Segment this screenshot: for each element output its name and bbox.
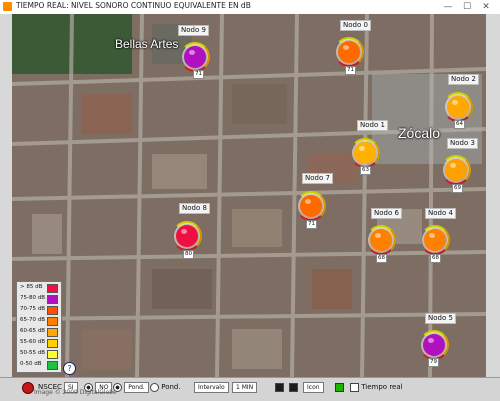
- icon-option[interactable]: Icon: [303, 381, 324, 393]
- legend-row: 0-50 dB: [17, 359, 61, 370]
- tiempo-real-label: Tiempo real: [361, 383, 403, 391]
- node-2-label: Nodo 2: [448, 74, 479, 85]
- bellas-artes-label: Bellas Artes: [115, 37, 179, 51]
- node-3-knob[interactable]: [445, 159, 467, 181]
- record-button[interactable]: [22, 382, 34, 394]
- node-4-label: Nodo 4: [425, 208, 456, 219]
- legend-label: 70-75 dB: [20, 306, 45, 312]
- node-4-value: 68: [430, 254, 441, 263]
- help-icon[interactable]: ?: [63, 362, 76, 375]
- legend-swatch: [47, 339, 58, 348]
- left-panel: [0, 14, 12, 377]
- node-9-knob[interactable]: [184, 46, 206, 68]
- legend-row: 60-65 dB: [17, 326, 61, 337]
- node-5-value: 79: [428, 358, 439, 367]
- node-1-label: Nodo 1: [357, 120, 388, 131]
- status-led: [335, 383, 344, 392]
- node-6-label: Nodo 6: [371, 208, 402, 219]
- option-a-checkbox[interactable]: [275, 382, 284, 392]
- node-1-value: 63: [360, 166, 371, 175]
- window-title: TIEMPO REAL: NIVEL SONORO CONTINUO EQUIV…: [16, 1, 251, 10]
- pond-option-1[interactable]: Pond.: [113, 381, 149, 393]
- city-blocks-image: [12, 14, 486, 377]
- pond-1-label: Pond.: [124, 382, 149, 393]
- node-8-knob[interactable]: [176, 225, 198, 247]
- node-5-label: Nodo 5: [425, 313, 456, 324]
- legend-label: 75-80 dB: [20, 295, 45, 301]
- db-color-legend: > 85 dB 75-80 dB 70-75 dB 65-70 dB 60-65…: [16, 281, 62, 373]
- legend-swatch: [47, 328, 58, 337]
- zocalo-label: Zócalo: [398, 125, 441, 141]
- interval-select[interactable]: 1 MIN: [232, 381, 258, 393]
- legend-label: 50-55 dB: [20, 350, 45, 356]
- intervalo-label: Intervalo: [194, 382, 229, 393]
- legend-row: > 85 dB: [17, 282, 61, 293]
- node-8-label: Nodo 8: [179, 203, 210, 214]
- pond-2-label: Pond.: [161, 383, 181, 391]
- node-9-label: Nodo 9: [178, 25, 209, 36]
- option-b-checkbox[interactable]: [289, 382, 298, 392]
- option-box-a[interactable]: [275, 381, 284, 393]
- legend-swatch: [47, 295, 58, 304]
- satellite-map[interactable]: [12, 14, 486, 377]
- close-button[interactable]: ✕: [478, 0, 494, 14]
- node-0-label: Nodo 0: [340, 20, 371, 31]
- legend-swatch: [47, 361, 58, 370]
- node-7-knob[interactable]: [300, 195, 322, 217]
- icon-label: Icon: [303, 382, 324, 393]
- pond-option-2[interactable]: Pond.: [150, 381, 181, 393]
- pond-2-radio[interactable]: [150, 382, 159, 392]
- right-panel: [486, 14, 500, 377]
- legend-row: 70-75 dB: [17, 304, 61, 315]
- legend-label: 55-60 dB: [20, 339, 45, 345]
- node-0-value: 71: [345, 66, 356, 75]
- node-2-value: 64: [454, 120, 465, 129]
- legend-row: 55-60 dB: [17, 337, 61, 348]
- legend-swatch: [47, 317, 58, 326]
- tiempo-real-checkbox[interactable]: [350, 382, 359, 392]
- legend-label: > 85 dB: [20, 284, 43, 290]
- node-4-knob[interactable]: [424, 229, 446, 251]
- node-8-value: 80: [183, 250, 194, 259]
- node-6-knob[interactable]: [370, 229, 392, 251]
- node-7-value: 71: [306, 220, 317, 229]
- legend-row: 50-55 dB: [17, 348, 61, 359]
- node-3-label: Nodo 3: [447, 138, 478, 149]
- node-9-value: 71: [193, 70, 204, 79]
- node-6-value: 68: [376, 254, 387, 263]
- legend-row: 75-80 dB: [17, 293, 61, 304]
- node-3-value: 69: [452, 184, 463, 193]
- option-box-b[interactable]: [289, 381, 298, 393]
- node-5-knob[interactable]: [423, 334, 445, 356]
- window-titlebar: TIEMPO REAL: NIVEL SONORO CONTINUO EQUIV…: [0, 0, 500, 15]
- tiempo-real-option[interactable]: Tiempo real: [350, 381, 403, 393]
- node-0-knob[interactable]: [338, 41, 360, 63]
- legend-label: 65-70 dB: [20, 317, 45, 323]
- app-icon: [3, 2, 12, 11]
- legend-label: 60-65 dB: [20, 328, 45, 334]
- interval-value: 1 MIN: [232, 382, 258, 393]
- legend-swatch: [47, 306, 58, 315]
- node-2-knob[interactable]: [447, 96, 469, 118]
- intervalo-button[interactable]: Intervalo: [194, 381, 229, 393]
- maximize-button[interactable]: ☐: [459, 0, 475, 14]
- legend-row: 65-70 dB: [17, 315, 61, 326]
- minimize-button[interactable]: —: [440, 0, 456, 14]
- legend-swatch: [47, 350, 58, 359]
- node-1-knob[interactable]: [354, 142, 376, 164]
- legend-swatch: [47, 284, 58, 293]
- imagery-watermark: Image © 2009 DigitalGlobe: [34, 389, 117, 396]
- legend-label: 0-50 dB: [20, 361, 42, 367]
- node-7-label: Nodo 7: [302, 173, 333, 184]
